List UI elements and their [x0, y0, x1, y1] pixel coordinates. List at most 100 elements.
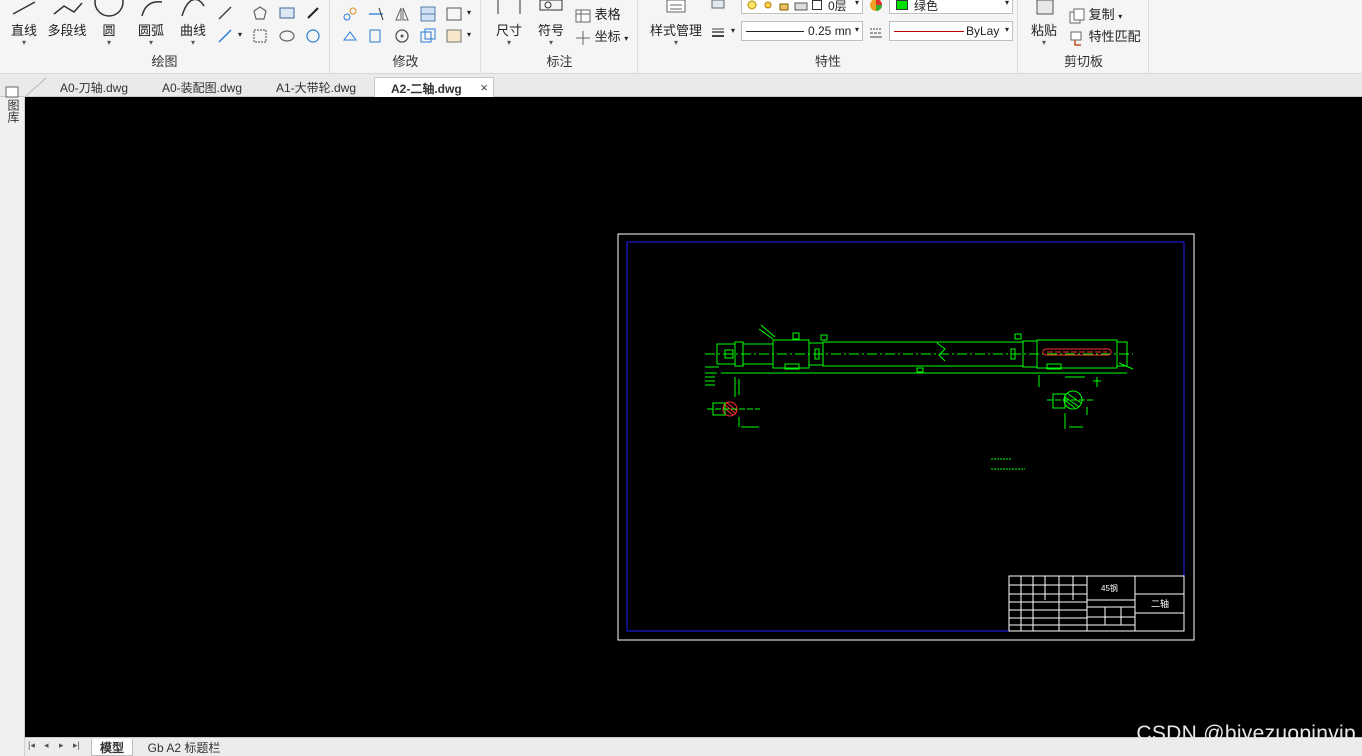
- lineweight-sample: [746, 31, 804, 32]
- symbol-button[interactable]: 符号 ▾: [534, 0, 568, 47]
- chevron-down-icon[interactable]: ▾: [467, 30, 471, 39]
- chevron-down-icon[interactable]: ▾: [238, 30, 242, 39]
- match-properties-label: 特性匹配: [1088, 29, 1141, 44]
- table-button[interactable]: 表格: [575, 4, 621, 24]
- linetype-value: ByLay: [966, 24, 1000, 38]
- arc-button[interactable]: 圆弧 ▾: [132, 0, 170, 47]
- watermark-text: CSDN @biyezuopinvip: [1136, 722, 1356, 745]
- layer-name: 0层: [828, 0, 847, 13]
- line-button[interactable]: 直线 ▾: [6, 0, 42, 47]
- move-icon[interactable]: [341, 5, 359, 23]
- last-layout-icon[interactable]: ▸|: [73, 740, 80, 751]
- offset-icon[interactable]: [445, 5, 463, 23]
- construction-line-icon[interactable]: [216, 4, 234, 22]
- trim-icon[interactable]: [367, 5, 385, 23]
- style-manager-label: 样式管理: [649, 23, 702, 38]
- coordinate-button[interactable]: 坐标 ▾: [575, 26, 628, 46]
- table-icon: [575, 9, 591, 23]
- lineweight-dropdown[interactable]: 0.25 mn ▾: [741, 21, 863, 41]
- properties-group: 样式管理 ▾ 0层 ▾ 绿色 ▾ ▾ 0.25 mn ▾ ByLay ▾ 特性: [639, 0, 1018, 74]
- style-manager-icon: [666, 0, 686, 13]
- sheet-outer-frame: [617, 233, 1195, 641]
- linetype-icon[interactable]: [867, 23, 885, 41]
- explode-icon[interactable]: [445, 27, 463, 45]
- ribbon: 直线 ▾ 多段线 圆 ▾ 圆弧 ▾ 曲线 ▾ ▾ 绘图 ▾ ▾ 修改 尺寸 ▾ …: [0, 0, 1362, 74]
- lightbulb-icon: [747, 0, 757, 10]
- chevron-down-icon[interactable]: ▾: [467, 8, 471, 17]
- match-properties-icon: [1070, 31, 1082, 46]
- layout-tab-model[interactable]: 模型: [91, 739, 133, 756]
- polyline-button[interactable]: 多段线: [46, 0, 88, 39]
- hatch-icon[interactable]: [251, 27, 269, 45]
- lineweight-icon[interactable]: [709, 23, 727, 41]
- color-swatch-white: [812, 0, 822, 10]
- title-block-material: 45钢: [1101, 584, 1118, 593]
- color-dropdown[interactable]: 绿色 ▾: [889, 0, 1013, 14]
- dimension-icon: [497, 0, 521, 14]
- paste-icon: [1036, 0, 1054, 15]
- first-layout-icon[interactable]: |◂: [28, 740, 35, 751]
- tab-a0-assembly[interactable]: A0-装配图.dwg: [146, 77, 258, 97]
- section-view-right: [1047, 390, 1093, 429]
- paste-button[interactable]: 粘贴 ▾: [1027, 0, 1061, 47]
- library-panel-label[interactable]: 图库: [5, 99, 20, 123]
- layer-dropdown[interactable]: 0层 ▾: [741, 0, 863, 14]
- spline-icon[interactable]: [304, 27, 322, 45]
- coordinate-icon: [576, 30, 590, 45]
- scale-icon[interactable]: [367, 27, 385, 45]
- table-label: 表格: [594, 7, 621, 22]
- stretch-icon[interactable]: [341, 27, 359, 45]
- chevron-down-icon: ▾: [1004, 25, 1009, 34]
- tab-a2-second-shaft[interactable]: A2-二轴.dwg ×: [374, 77, 494, 97]
- rotate-icon[interactable]: [393, 27, 411, 45]
- chevron-down-icon: ▾: [1041, 38, 1046, 47]
- previous-layout-icon[interactable]: ◂: [44, 740, 49, 751]
- match-properties-button[interactable]: 特性匹配: [1069, 26, 1141, 46]
- copy-label: 复制: [1088, 7, 1115, 22]
- clipboard-group-label: 剪切板: [1063, 54, 1103, 69]
- document-tab-bar: A0-刀轴.dwg A0-装配图.dwg A1-大带轮.dwg A2-二轴.dw…: [0, 74, 1362, 97]
- mirror-icon[interactable]: [393, 5, 411, 23]
- circle-icon: [94, 0, 124, 17]
- chevron-down-icon: ▾: [148, 38, 153, 47]
- rectangle-icon[interactable]: [278, 4, 296, 22]
- lineweight-value: 0.25 mn: [808, 24, 852, 38]
- chevron-down-icon[interactable]: ▾: [731, 26, 735, 35]
- layer-manager-icon[interactable]: [709, 0, 727, 14]
- close-icon[interactable]: ×: [480, 80, 488, 95]
- copy-button[interactable]: 复制 ▾: [1069, 4, 1122, 24]
- clipboard-group: 粘贴 ▾ 复制 ▾ 特性匹配 剪切板: [1019, 0, 1149, 74]
- style-manager-button[interactable]: 样式管理 ▾: [645, 0, 707, 47]
- arc-label: 圆弧: [137, 23, 164, 38]
- color-name: 绿色: [914, 0, 939, 13]
- chevron-down-icon: ▾: [1118, 12, 1123, 21]
- dimension-button[interactable]: 尺寸 ▾: [492, 0, 526, 47]
- polyline-icon: [53, 2, 83, 15]
- library-icon[interactable]: [4, 85, 20, 99]
- copy-objects-icon[interactable]: [419, 27, 437, 45]
- point-icon[interactable]: [304, 4, 322, 22]
- curve-button[interactable]: 曲线 ▾: [174, 0, 212, 47]
- circle-label: 圆: [102, 23, 116, 38]
- chevron-down-icon: ▾: [548, 38, 553, 47]
- tab-a0-knife-shaft[interactable]: A0-刀轴.dwg: [44, 77, 144, 97]
- array-icon[interactable]: [419, 5, 437, 23]
- symbol-icon: [539, 0, 563, 11]
- section-view-left: [707, 401, 760, 428]
- next-layout-icon[interactable]: ▸: [59, 740, 64, 751]
- ellipse-icon[interactable]: [278, 27, 296, 45]
- left-toolbar: 图库: [0, 86, 25, 756]
- tab-a1-pulley[interactable]: A1-大带轮.dwg: [260, 77, 372, 97]
- linetype-dropdown[interactable]: ByLay ▾: [889, 21, 1013, 41]
- circle-button[interactable]: 圆 ▾: [92, 0, 126, 47]
- lock-icon: [779, 3, 789, 11]
- modify-group-label: 修改: [392, 54, 419, 69]
- curve-label: 曲线: [179, 23, 206, 38]
- drawing-canvas[interactable]: 45钢 二轴: [25, 97, 1362, 737]
- ray-icon[interactable]: [216, 27, 234, 45]
- polygon-icon[interactable]: [251, 4, 269, 22]
- layout-tab-gb-a2-title-block[interactable]: Gb A2 标题栏: [137, 739, 231, 756]
- tab-label: A1-大带轮.dwg: [275, 81, 357, 95]
- coordinate-label: 坐标: [594, 29, 621, 44]
- color-wheel-icon[interactable]: [867, 0, 885, 14]
